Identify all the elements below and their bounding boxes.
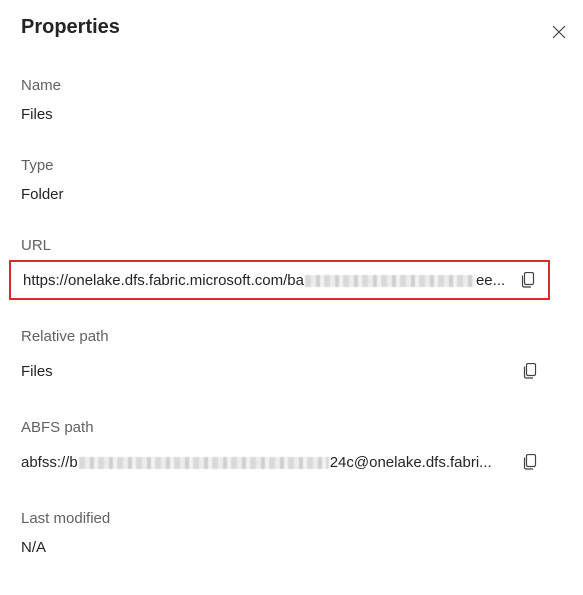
url-value-suffix: ee... [475, 271, 506, 289]
copy-relative-path-button[interactable] [518, 359, 542, 383]
url-row: https://onelake.dfs.fabric.microsoft.com… [9, 260, 550, 300]
copy-abfs-path-button[interactable] [518, 450, 542, 474]
abfs-path-row: abfss://b 24c@onelake.dfs.fabri... [9, 447, 550, 477]
abfs-path-label: ABFS path [21, 419, 94, 436]
url-value: https://onelake.dfs.fabric.microsoft.com… [11, 272, 516, 289]
type-label: Type [21, 157, 54, 174]
relative-path-label: Relative path [21, 328, 109, 345]
url-value-prefix: https://onelake.dfs.fabric.microsoft.com… [23, 271, 304, 289]
copy-icon [523, 454, 537, 470]
panel-title: Properties [21, 16, 120, 38]
close-icon [552, 25, 566, 39]
relative-path-value: Files [21, 362, 53, 380]
last-modified-value: N/A [21, 539, 47, 556]
name-label: Name [21, 77, 62, 94]
name-value: Files [21, 106, 53, 123]
redacted-text [78, 456, 329, 469]
abfs-path-suffix: 24c@onelake.dfs.fabri... [329, 453, 492, 471]
copy-icon [523, 363, 537, 379]
relative-path-row: Files [9, 356, 550, 386]
close-button[interactable] [547, 20, 571, 44]
type-value: Folder [21, 186, 64, 203]
url-label: URL [21, 237, 52, 254]
abfs-path-value: abfss://b 24c@onelake.dfs.fabri... [9, 454, 518, 471]
redacted-text [304, 274, 475, 287]
copy-url-button[interactable] [516, 268, 540, 292]
copy-icon [521, 272, 535, 288]
last-modified-label: Last modified [21, 510, 111, 527]
abfs-path-prefix: abfss://b [21, 453, 78, 471]
